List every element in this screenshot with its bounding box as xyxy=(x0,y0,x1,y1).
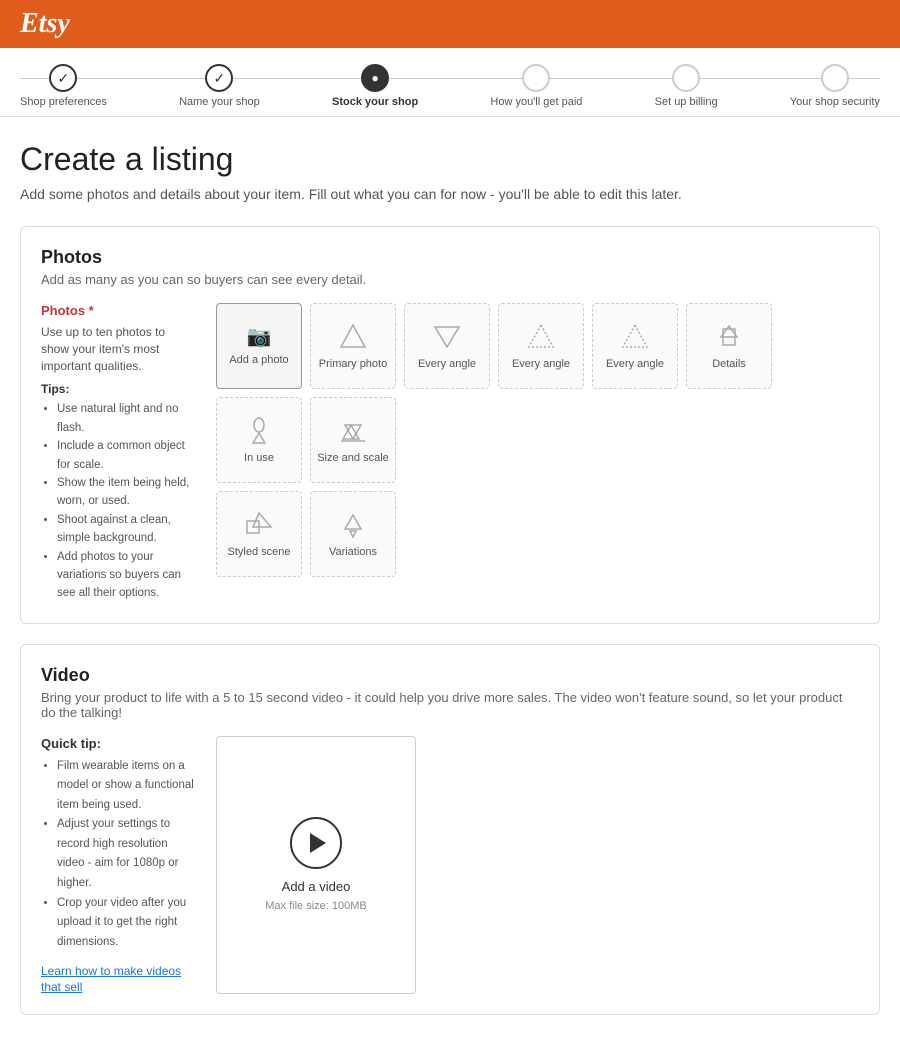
photos-tip-5: Add photos to your variations so buyers … xyxy=(57,548,196,603)
step-label-2: Name your shop xyxy=(179,96,260,108)
photo-slot-variations[interactable]: Variations xyxy=(310,491,396,577)
video-section-desc: Bring your product to life with a 5 to 1… xyxy=(41,690,859,720)
video-tips-list: Film wearable items on a model or show a… xyxy=(41,757,196,952)
photos-tips-label: Tips: xyxy=(41,382,196,396)
step-circle-4 xyxy=(522,64,550,92)
video-section: Video Bring your product to life with a … xyxy=(20,644,880,1015)
photo-slot-size[interactable]: Size and scale xyxy=(310,397,396,483)
video-tip-3: Crop your video after you upload it to g… xyxy=(57,894,196,953)
photos-info-text: Use up to ten photos to show your item's… xyxy=(41,324,196,374)
photos-tip-4: Shoot against a clean, simple background… xyxy=(57,511,196,548)
slot-label-inuse: In use xyxy=(244,451,274,465)
add-video-button[interactable]: Add a video Max file size: 100MB xyxy=(216,736,416,994)
page-subtitle: Add some photos and details about your i… xyxy=(20,186,880,202)
add-video-label: Add a video xyxy=(282,879,351,894)
photos-row-1: 📷 Add a photo Primary photo xyxy=(216,303,859,483)
video-content: Quick tip: Film wearable items on a mode… xyxy=(41,736,859,994)
photos-row-2: Styled scene Variations xyxy=(216,491,859,577)
step-how-paid: How you'll get paid xyxy=(490,64,582,108)
slot-label-angle3: Every angle xyxy=(606,357,664,371)
step-circle-3: ● xyxy=(361,64,389,92)
slot-label-styled: Styled scene xyxy=(228,545,291,559)
video-section-title: Video xyxy=(41,665,859,686)
slot-label-details: Details xyxy=(712,357,746,371)
progress-steps: ✓ Shop preferences ✓ Name your shop ● St… xyxy=(20,64,880,108)
inuse-icon xyxy=(243,415,275,447)
step-circle-1: ✓ xyxy=(49,64,77,92)
video-tip-1: Film wearable items on a model or show a… xyxy=(57,757,196,816)
styled-icon xyxy=(243,509,275,541)
step-stock-your-shop: ● Stock your shop xyxy=(332,64,418,108)
play-icon xyxy=(290,817,342,869)
step-label-1: Shop preferences xyxy=(20,96,107,108)
step-circle-5 xyxy=(672,64,700,92)
step-billing: Set up billing xyxy=(655,64,718,108)
angle2-icon xyxy=(525,321,557,353)
slot-label-angle2: Every angle xyxy=(512,357,570,371)
angle3-icon xyxy=(619,321,651,353)
step-name-your-shop: ✓ Name your shop xyxy=(179,64,260,108)
step-label-3: Stock your shop xyxy=(332,96,418,108)
angle1-icon xyxy=(431,321,463,353)
slot-label-angle1: Every angle xyxy=(418,357,476,371)
step-circle-6 xyxy=(821,64,849,92)
photos-section: Photos Add as many as you can so buyers … xyxy=(20,226,880,624)
slot-label-size: Size and scale xyxy=(317,451,389,465)
step-shop-preferences: ✓ Shop preferences xyxy=(20,64,107,108)
photo-slot-details[interactable]: Details xyxy=(686,303,772,389)
photos-grid: 📷 Add a photo Primary photo xyxy=(216,303,859,603)
learn-link[interactable]: Learn how to make videos that sell xyxy=(41,964,181,994)
photo-slot-angle2[interactable]: Every angle xyxy=(498,303,584,389)
photo-slot-primary[interactable]: Primary photo xyxy=(310,303,396,389)
photos-tips-list: Use natural light and no flash. Include … xyxy=(41,400,196,602)
photo-slot-angle3[interactable]: Every angle xyxy=(592,303,678,389)
size-icon xyxy=(337,415,369,447)
add-photo-button[interactable]: 📷 Add a photo xyxy=(216,303,302,389)
step-label-5: Set up billing xyxy=(655,96,718,108)
photo-slot-angle1[interactable]: Every angle xyxy=(404,303,490,389)
video-sidebar: Quick tip: Film wearable items on a mode… xyxy=(41,736,196,994)
site-header: Etsy xyxy=(0,0,900,48)
slot-label-variations: Variations xyxy=(329,545,377,559)
photo-slot-styled[interactable]: Styled scene xyxy=(216,491,302,577)
photos-content: Photos * Use up to ten photos to show yo… xyxy=(41,303,859,603)
step-circle-2: ✓ xyxy=(205,64,233,92)
photo-slot-inuse[interactable]: In use xyxy=(216,397,302,483)
step-label-6: Your shop security xyxy=(790,96,880,108)
photos-tip-1: Use natural light and no flash. xyxy=(57,400,196,437)
video-quick-tip-label: Quick tip: xyxy=(41,736,196,751)
etsy-logo: Etsy xyxy=(20,8,70,40)
add-photo-label: Add a photo xyxy=(229,353,288,367)
photos-tip-3: Show the item being held, worn, or used. xyxy=(57,474,196,511)
photos-sidebar: Photos * Use up to ten photos to show yo… xyxy=(41,303,196,603)
step-security: Your shop security xyxy=(790,64,880,108)
video-file-size: Max file size: 100MB xyxy=(265,900,366,912)
variations-icon xyxy=(337,509,369,541)
camera-icon: 📷 xyxy=(247,324,272,349)
primary-photo-icon xyxy=(337,321,369,353)
slot-label-primary: Primary photo xyxy=(319,357,387,371)
photos-section-title: Photos xyxy=(41,247,859,268)
progress-bar: ✓ Shop preferences ✓ Name your shop ● St… xyxy=(0,48,900,117)
page-title: Create a listing xyxy=(20,141,880,178)
details-icon xyxy=(713,321,745,353)
video-tip-2: Adjust your settings to record high reso… xyxy=(57,815,196,893)
main-content: Create a listing Add some photos and det… xyxy=(0,117,900,1059)
photos-section-desc: Add as many as you can so buyers can see… xyxy=(41,272,859,287)
photos-tip-2: Include a common object for scale. xyxy=(57,437,196,474)
photos-field-label: Photos * xyxy=(41,303,196,318)
step-label-4: How you'll get paid xyxy=(490,96,582,108)
